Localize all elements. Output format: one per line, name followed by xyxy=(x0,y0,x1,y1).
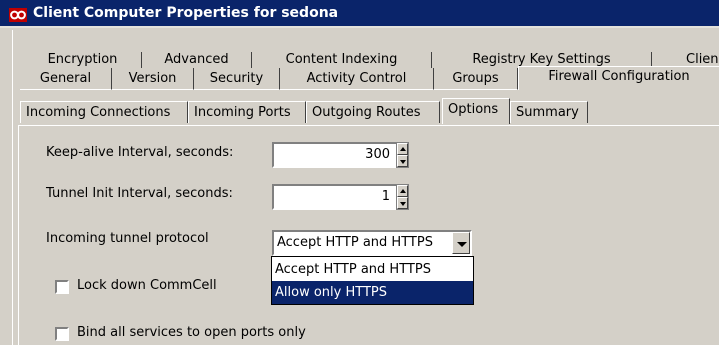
tunnel-init-spinner[interactable] xyxy=(396,184,409,210)
arrow-down-icon xyxy=(400,160,406,164)
tab-content-indexing[interactable]: Content Indexing xyxy=(252,52,432,68)
dropdown-button[interactable] xyxy=(452,232,470,254)
title-bar[interactable]: Client Computer Properties for sedona xyxy=(0,0,719,28)
tab-advanced[interactable]: Advanced xyxy=(142,52,252,68)
bind-ports-label: Bind all services to open ports only xyxy=(77,325,306,340)
spin-up-button[interactable] xyxy=(397,143,408,155)
inner-tab-strip: Incoming Connections Incoming Ports Outg… xyxy=(20,98,719,126)
tab-encryption[interactable]: Encryption xyxy=(24,52,142,68)
tab-version[interactable]: Version xyxy=(112,68,194,90)
protocol-select[interactable]: Accept HTTP and HTTPS xyxy=(272,230,472,256)
bind-ports-checkbox[interactable] xyxy=(55,327,69,341)
lockdown-checkbox[interactable] xyxy=(55,280,69,294)
dropdown-option-highlighted[interactable]: Allow only HTTPS xyxy=(272,281,473,304)
tab-general[interactable]: General xyxy=(20,68,112,90)
spin-down-button[interactable] xyxy=(397,197,408,209)
lockdown-label: Lock down CommCell xyxy=(77,278,217,293)
arrow-up-icon xyxy=(400,189,406,193)
tab-groups[interactable]: Groups xyxy=(434,68,518,90)
tab-options[interactable]: Options xyxy=(442,98,510,124)
keepalive-input[interactable]: 300 xyxy=(272,142,398,168)
tab-incoming-connections[interactable]: Incoming Connections xyxy=(20,101,188,123)
tab-security[interactable]: Security xyxy=(194,68,280,90)
keepalive-spinner[interactable] xyxy=(396,142,409,168)
keepalive-label: Keep-alive Interval, seconds: xyxy=(46,145,234,160)
spin-up-button[interactable] xyxy=(397,185,408,197)
spin-down-button[interactable] xyxy=(397,155,408,167)
window-title: Client Computer Properties for sedona xyxy=(33,5,339,21)
protocol-selected-value: Accept HTTP and HTTPS xyxy=(277,235,433,250)
protocol-label: Incoming tunnel protocol xyxy=(46,231,209,246)
protocol-dropdown-list: Accept HTTP and HTTPS Allow only HTTPS xyxy=(271,256,474,305)
tab-activity-control[interactable]: Activity Control xyxy=(280,68,434,90)
chevron-down-icon xyxy=(457,242,467,247)
arrow-down-icon xyxy=(400,202,406,206)
tab-incoming-ports[interactable]: Incoming Ports xyxy=(188,101,306,123)
arrow-up-icon xyxy=(400,147,406,151)
tab-outgoing-routes[interactable]: Outgoing Routes xyxy=(306,101,440,123)
tunnel-init-input[interactable]: 1 xyxy=(272,184,398,210)
dropdown-option[interactable]: Accept HTTP and HTTPS xyxy=(272,258,473,281)
tunnel-init-label: Tunnel Init Interval, seconds: xyxy=(46,186,233,201)
tab-summary[interactable]: Summary xyxy=(510,101,588,123)
tab-firewall-configuration[interactable]: Firewall Configuration xyxy=(518,66,719,90)
infinity-logo-icon xyxy=(9,8,27,22)
